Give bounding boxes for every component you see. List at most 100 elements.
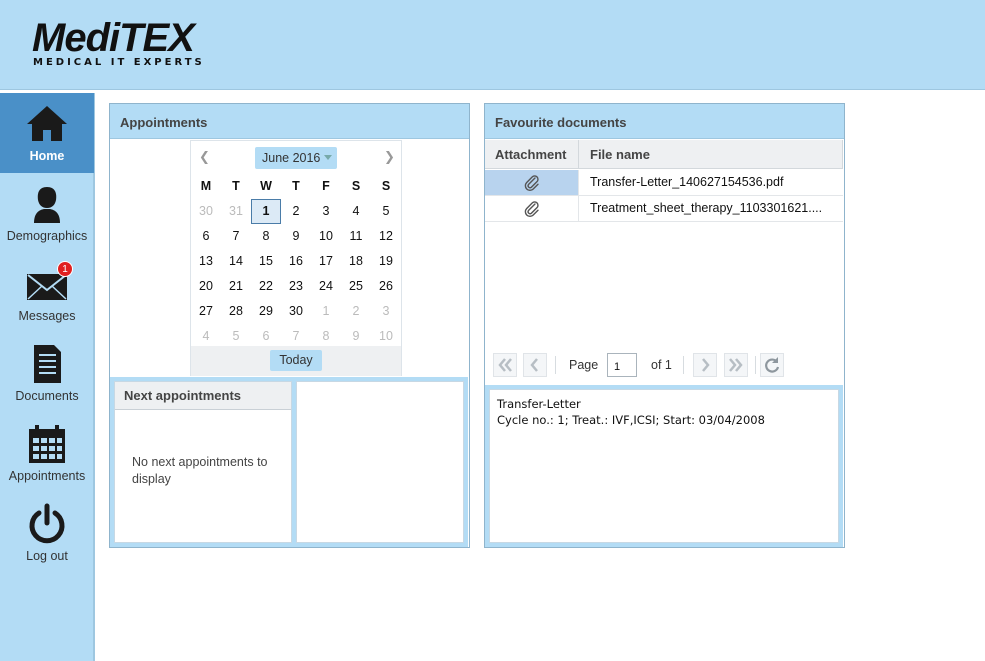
page-number-input[interactable] [607, 353, 637, 377]
calendar-day[interactable]: 23 [281, 274, 311, 299]
documents-table-header: Attachment File name [485, 140, 843, 169]
pagination-toolbar: Page of 1 [493, 353, 833, 379]
calendar-week-row: 13 14 15 16 17 18 19 [191, 249, 401, 274]
next-page-button[interactable] [693, 353, 717, 377]
calendar-day[interactable]: 11 [341, 224, 371, 249]
weekday-label: W [260, 179, 272, 193]
appointment-detail-box [296, 381, 464, 543]
sidebar-item-label: Demographics [6, 229, 88, 243]
prev-month-button[interactable]: ❮ [199, 149, 210, 165]
table-row[interactable]: Treatment_sheet_therapy_1103301621.... [485, 196, 843, 222]
sidebar-item-demographics[interactable]: Demographics [0, 173, 94, 253]
sidebar-item-home[interactable]: Home [0, 93, 94, 173]
calendar-day[interactable]: 3 [311, 199, 341, 224]
document-detail-area: Transfer-Letter Cycle no.: 1; Treat.: IV… [485, 385, 843, 547]
next-appointments-empty-message: No next appointments to display [132, 455, 268, 486]
file-name-cell: Transfer-Letter_140627154536.pdf [590, 175, 784, 189]
document-icon [34, 345, 61, 383]
sidebar-item-label: Home [29, 149, 65, 163]
app-header: MediTEX MEDICAL IT EXPERTS [0, 0, 985, 90]
paperclip-icon[interactable] [523, 200, 541, 218]
calendar-day[interactable]: 9 [281, 224, 311, 249]
calendar-day[interactable]: 30 [191, 199, 221, 224]
last-page-button[interactable] [724, 353, 748, 377]
toolbar-separator [555, 356, 556, 374]
refresh-icon [765, 357, 780, 373]
table-row[interactable]: Transfer-Letter_140627154536.pdf [485, 170, 843, 196]
person-icon [34, 187, 60, 223]
double-chevron-left-icon [498, 358, 512, 372]
calendar-day[interactable]: 30 [281, 299, 311, 324]
calendar-day[interactable]: 24 [311, 274, 341, 299]
calendar-day[interactable]: 22 [251, 274, 281, 299]
calendar-icon [29, 425, 65, 463]
double-chevron-right-icon [729, 358, 743, 372]
calendar-day[interactable]: 20 [191, 274, 221, 299]
prev-page-button[interactable] [523, 353, 547, 377]
column-header-attachment[interactable]: Attachment [485, 140, 579, 169]
calendar-day[interactable]: 18 [341, 249, 371, 274]
calendar-day[interactable]: 29 [251, 299, 281, 324]
calendar-day[interactable]: 7 [221, 224, 251, 249]
sidebar-item-logout[interactable]: Log out [0, 493, 94, 573]
calendar-day-selected[interactable]: 1 [251, 199, 281, 224]
next-appointments-box: Next appointments No next appointments t… [114, 381, 292, 543]
calendar-day[interactable]: 13 [191, 249, 221, 274]
calendar-day[interactable]: 4 [341, 199, 371, 224]
calendar-day[interactable]: 26 [371, 274, 401, 299]
sidebar-item-label: Messages [18, 309, 76, 323]
favourite-documents-title: Favourite documents [485, 104, 844, 139]
appointments-panel: Appointments ❮ June 2016 ❯ M T W T F S S 30 31 1 2… [109, 103, 470, 548]
calendar-day[interactable]: 21 [221, 274, 251, 299]
calendar-day[interactable]: 2 [281, 199, 311, 224]
refresh-button[interactable] [760, 353, 784, 377]
next-month-button[interactable]: ❯ [384, 149, 395, 165]
column-header-file-name[interactable]: File name [580, 140, 843, 169]
month-label: June 2016 [262, 151, 321, 165]
calendar-week-row: 30 31 1 2 3 4 5 [191, 199, 401, 224]
calendar-day[interactable]: 6 [191, 224, 221, 249]
calendar-day[interactable]: 8 [251, 224, 281, 249]
sidebar-item-documents[interactable]: Documents [0, 333, 94, 413]
sidebar-item-messages[interactable]: 1 Messages [0, 253, 94, 333]
sidebar-item-label: Documents [15, 389, 79, 403]
sidebar-nav: Home Demographics 1 Messages Documents A… [0, 93, 95, 661]
calendar-header: ❮ June 2016 ❯ [191, 141, 401, 173]
calendar-day[interactable]: 14 [221, 249, 251, 274]
weekday-label: M [200, 179, 212, 193]
sidebar-item-appointments[interactable]: Appointments [0, 413, 94, 493]
calendar-day[interactable]: 12 [371, 224, 401, 249]
calendar-day[interactable]: 1 [311, 299, 341, 324]
calendar-day[interactable]: 3 [371, 299, 401, 324]
calendar-day[interactable]: 2 [341, 299, 371, 324]
calendar-day[interactable]: 25 [341, 274, 371, 299]
favourite-documents-panel: Favourite documents Attachment File name… [484, 103, 845, 548]
appointments-panel-title: Appointments [110, 104, 469, 139]
first-page-button[interactable] [493, 353, 517, 377]
chevron-right-icon [702, 358, 710, 372]
calendar-day[interactable]: 10 [311, 224, 341, 249]
next-appointments-title: Next appointments [115, 382, 291, 410]
calendar-day[interactable]: 31 [221, 199, 251, 224]
calendar-day[interactable]: 17 [311, 249, 341, 274]
chevron-left-icon [530, 358, 538, 372]
paperclip-icon[interactable] [523, 174, 541, 192]
weekday-label: T [232, 179, 240, 193]
calendar-day[interactable]: 5 [371, 199, 401, 224]
toolbar-separator [755, 356, 756, 374]
calendar-footer: Today [191, 346, 401, 376]
calendar-day[interactable]: 19 [371, 249, 401, 274]
logo-wordmark: MediTEX [32, 16, 195, 60]
calendar-day[interactable]: 16 [281, 249, 311, 274]
calendar-day[interactable]: 27 [191, 299, 221, 324]
today-button[interactable]: Today [270, 350, 322, 371]
calendar-day[interactable]: 28 [221, 299, 251, 324]
weekday-label: S [351, 179, 361, 193]
calendar-day[interactable]: 15 [251, 249, 281, 274]
weekday-label: F [322, 179, 330, 193]
weekday-label: S [381, 179, 391, 193]
calendar-week-row: 6 7 8 9 10 11 12 [191, 224, 401, 249]
mini-calendar: ❮ June 2016 ❯ M T W T F S S 30 31 1 2 3 4 5 6 7 8 9 10 11 12… [190, 140, 402, 376]
document-detail-info: Cycle no.: 1; Treat.: IVF,ICSI; Start: 0… [497, 413, 765, 427]
month-picker[interactable]: June 2016 [255, 147, 337, 169]
